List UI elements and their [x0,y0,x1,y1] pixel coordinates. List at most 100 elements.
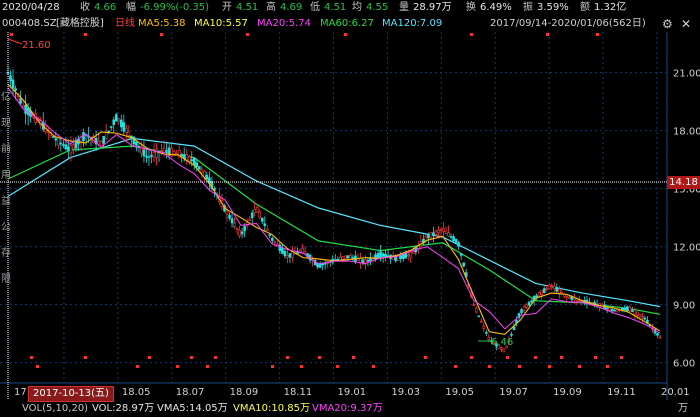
candle-body [409,251,413,258]
x-tick-label: 18.09 [230,387,259,398]
candle-body [520,309,523,314]
candle-body [346,255,350,259]
candle-body [82,132,85,142]
candle-body [273,241,277,244]
candle-body [452,236,455,242]
candle-body [442,228,445,232]
side-label: 现 [1,117,11,129]
candle-body [265,228,269,231]
indicator-bar: 000408.SZ [藏格控股] 日线 MA5:5.38 MA10:5.57 M… [0,16,700,32]
signal-flag [206,365,209,368]
vol-label[interactable]: VOL(5,10,20) [22,401,88,417]
close-value: 4.66 [94,2,117,13]
candle-body [67,146,70,151]
signal-flag [470,356,473,359]
stock-name: [藏格控股] [56,18,104,29]
side-label: 用 [1,170,11,181]
close-icon[interactable]: ✕ [681,18,693,30]
side-label: 前 [1,142,11,155]
candle-body [537,292,541,297]
y-tick-label: 9.00 [673,301,695,312]
candle-body [235,228,239,230]
signal-flag [148,356,151,359]
signal-flag [548,365,551,368]
candle-body [11,79,15,89]
candle-body [57,137,60,146]
signal-flags [10,33,623,368]
candle-body [472,304,476,306]
candle-body [288,253,292,258]
candle-body [180,154,183,157]
close-label: 收 [80,2,90,13]
candle-body [555,287,559,292]
x-tick-label: 18.05 [122,387,151,398]
quote-header: 2020/04/28 收 4.66 幅 -6.99%(-0.35) 开 4.51… [0,0,700,16]
candle-body [263,223,267,226]
candle-body [165,150,168,152]
candle-body [447,232,450,237]
candle-body [434,230,438,235]
vma5-value: VMA5:14.05万 [157,403,228,414]
candle-body [250,212,254,218]
top-marker [84,33,87,36]
candle-body [59,142,63,145]
candle-body [248,218,251,221]
candle-body [477,315,481,318]
high-value: 4.69 [280,2,303,13]
candle-body [147,156,151,159]
candle-body [225,210,229,215]
candle-body [547,284,551,290]
gear-icon[interactable]: ⚙ [662,18,674,30]
candle-body [510,333,513,336]
signal-flag [36,365,39,368]
candle-body [162,147,166,153]
side-label: 限 [1,273,11,285]
x-tick-label: 19.03 [391,387,420,398]
candle-body [424,236,428,241]
candle-body [379,251,382,258]
candle-body [258,211,262,218]
candle-body [550,285,554,287]
stock-code: 000408.SZ [2,18,57,29]
signal-flag [518,365,521,368]
candle-body [155,149,158,158]
candle-body [462,262,465,267]
grid-lines [0,32,668,400]
candle-body [52,136,55,138]
vma10-value: VMA10:10.85万 [233,403,311,414]
candle-body [628,306,632,312]
candle-body [361,259,365,264]
candle-body [376,253,380,259]
y-tick-label: 12.00 [673,243,700,254]
candle-body [449,236,453,238]
crosshair-price-tag: 14.18 [667,176,700,189]
candle-body [230,218,234,224]
candle-body [198,166,201,170]
candlestick-chart[interactable]: 6.009.0012.0015.0018.0021.00 17.18.0318.… [0,0,700,417]
annotations: 21.60 6.46 [7,38,513,348]
candle-body [474,308,478,313]
candle-body [540,290,543,296]
candle-body [97,140,100,145]
signal-flag [190,356,193,359]
period-tag[interactable]: 日线 [115,16,135,32]
candle-body [459,253,463,256]
candle-body [271,237,274,241]
avg-value: 4.55 [366,2,389,13]
signal-flag [534,356,537,359]
vol-value: VOL:28.97万 [92,403,155,414]
signal-flag [620,356,623,359]
high-annotation: 21.60 [22,40,51,51]
signal-flag [578,365,581,368]
candle-body [487,337,491,340]
candle-body [437,229,440,233]
y-tick-label: 18.00 [673,127,700,138]
y-tick-label: 21.00 [673,69,700,80]
top-marker [160,33,163,36]
amount-label: 额 [580,2,590,13]
candle-body [525,304,528,308]
amplitude-label: 振 [523,2,533,13]
candle-body [102,135,105,144]
candle-body [14,88,17,91]
candle-body [19,98,22,104]
